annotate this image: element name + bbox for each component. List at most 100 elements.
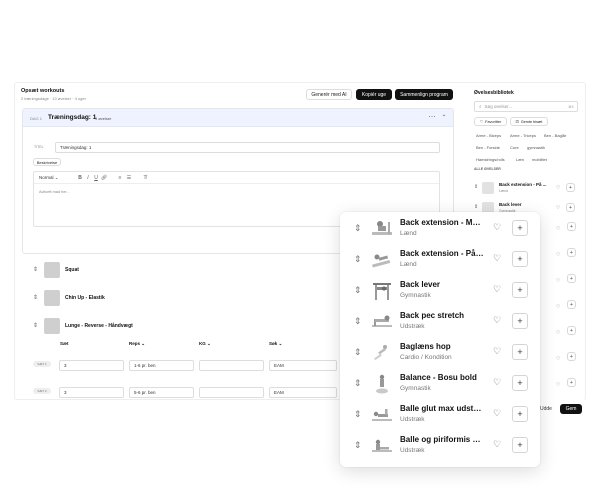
day-title-input[interactable]: Træningsdag: 1 [55, 142, 440, 153]
favorites-tab[interactable]: ♡ Favoritter [474, 117, 507, 126]
italic-icon[interactable]: I [85, 174, 91, 181]
extra-input[interactable]: EAM [269, 387, 337, 398]
filter-chip[interactable]: gymnastik [527, 145, 545, 150]
heart-icon[interactable]: ♡ [556, 205, 560, 211]
filter-chip[interactable]: Core [510, 145, 519, 150]
drag-handle-icon[interactable]: ⇕ [354, 347, 362, 358]
add-exercise-button[interactable]: + [512, 313, 528, 329]
sets-header-extra[interactable]: Søk ⌄ [269, 341, 282, 347]
clear-format-icon[interactable]: T̸ [142, 174, 148, 181]
kg-input[interactable] [199, 360, 264, 371]
heart-icon[interactable]: ♡ [556, 185, 560, 191]
popup-row[interactable]: ⇕ Baglæns hop Cardio / Kondition ♡ + [340, 338, 540, 369]
add-exercise-button[interactable]: + [512, 220, 528, 236]
popup-row[interactable]: ⇕ Back lever Gymnastik ♡ + [340, 276, 540, 307]
exercise-row[interactable]: ⇕ Lunge - Reverse - Håndvægt [30, 316, 340, 336]
drag-handle-icon[interactable]: ⇕ [474, 184, 478, 190]
description-tab[interactable]: Beskrivelse [33, 158, 61, 166]
add-exercise-button[interactable]: + [567, 274, 576, 283]
compare-program-button[interactable]: Sammenlign program [395, 89, 453, 100]
saved-sets-tab[interactable]: ⊡ Gemte bisæt [510, 117, 548, 126]
bold-icon[interactable]: B [77, 174, 83, 181]
add-exercise-button[interactable]: + [567, 352, 576, 361]
add-exercise-button[interactable]: + [512, 406, 528, 422]
extra-input[interactable]: EAM [269, 360, 337, 371]
heart-icon[interactable]: ♡ [493, 408, 501, 419]
text-style-select[interactable]: Normal ⌄ [39, 175, 59, 181]
heart-icon[interactable]: ♡ [493, 346, 501, 357]
heart-icon[interactable]: ♡ [493, 439, 501, 450]
add-exercise-button[interactable]: + [512, 375, 528, 391]
drag-handle-icon[interactable]: ⇕ [33, 322, 38, 329]
heart-icon[interactable]: ♡ [556, 226, 560, 232]
popup-row[interactable]: ⇕ Back pec stretch Udstræk ♡ + [340, 307, 540, 338]
exercise-row[interactable]: ⇕ Chin Up - Elastik [30, 288, 340, 308]
link-icon[interactable]: 🔗︎ [101, 174, 107, 181]
popup-row[interactable]: ⇕ Balle glut max udstrækning Udstræk ♡ + [340, 400, 540, 431]
underline-icon[interactable]: U [93, 174, 99, 181]
add-exercise-button[interactable]: + [512, 344, 528, 360]
heart-icon[interactable]: ♡ [556, 252, 560, 258]
heart-icon[interactable]: ♡ [493, 284, 501, 295]
exercise-row[interactable]: ⇕ Squat [30, 260, 340, 280]
add-exercise-button[interactable]: + [567, 222, 576, 231]
drag-handle-icon[interactable]: ⇕ [354, 254, 362, 265]
heart-icon[interactable]: ♡ [556, 356, 560, 362]
copy-week-button[interactable]: Kopiér uge [356, 89, 392, 100]
heart-icon[interactable]: ♡ [556, 382, 560, 388]
library-row[interactable]: ⇕ Back extension - På ... Lænd ♡ + [472, 180, 578, 198]
popup-row[interactable]: ⇕ Back extension - Maskine Lænd ♡ + [340, 214, 540, 245]
add-exercise-button[interactable]: + [567, 326, 576, 335]
sets-header-kg[interactable]: KG ⌄ [199, 341, 211, 347]
filter-chip[interactable]: Arme - Biceps [476, 133, 501, 138]
drag-handle-icon[interactable]: ⇕ [33, 266, 38, 273]
ordered-list-icon[interactable]: ≡ [117, 174, 123, 181]
drag-handle-icon[interactable]: ⇕ [354, 316, 362, 327]
heart-icon[interactable]: ♡ [493, 222, 501, 233]
filter-chip[interactable]: Ben - Baglår [544, 133, 566, 138]
heart-icon[interactable]: ♡ [556, 330, 560, 336]
filter-chip[interactable]: mobilitet [532, 157, 547, 162]
heart-icon[interactable]: ♡ [493, 377, 501, 388]
popup-row[interactable]: ⇕ Balance - Bosu bold Gymnastik ♡ + [340, 369, 540, 400]
kg-input[interactable] [199, 387, 264, 398]
chevron-up-icon[interactable]: ⌃ [440, 113, 448, 121]
generate-ai-button[interactable]: Generér med AI [306, 89, 352, 100]
drag-handle-icon[interactable]: ⇕ [354, 223, 362, 234]
drag-handle-icon[interactable]: ⇕ [33, 294, 38, 301]
add-exercise-button[interactable]: + [567, 378, 576, 387]
filter-chip[interactable]: Arme - Triceps [510, 133, 536, 138]
filter-chip[interactable]: Hamstrings/rolls [476, 157, 505, 162]
drag-handle-icon[interactable]: ⇕ [354, 285, 362, 296]
more-icon[interactable]: ⋯ [428, 113, 436, 121]
drag-handle-icon[interactable]: ⇕ [354, 409, 362, 420]
add-exercise-button[interactable]: + [567, 300, 576, 309]
heart-icon[interactable]: ♡ [556, 304, 560, 310]
library-save-button[interactable]: Gem [560, 404, 582, 414]
heart-icon[interactable]: ♡ [493, 253, 501, 264]
library-cancel-button[interactable]: Udde [540, 406, 552, 412]
exercise-thumbnail [372, 409, 392, 421]
add-exercise-button[interactable]: + [567, 248, 576, 257]
heart-icon[interactable]: ♡ [493, 315, 501, 326]
popup-row[interactable]: ⇕ Balle og piriformis stretch Udstræk ♡ … [340, 431, 540, 462]
set-input[interactable]: 3 [59, 387, 124, 398]
filter-chip[interactable]: Læn [516, 157, 524, 162]
bullet-list-icon[interactable]: ☰ [126, 174, 132, 181]
drag-handle-icon[interactable]: ⇕ [474, 204, 478, 210]
add-exercise-button[interactable]: + [512, 251, 528, 267]
heart-icon[interactable]: ♡ [556, 278, 560, 284]
add-exercise-button[interactable]: + [512, 437, 528, 453]
reps-input[interactable]: 1-6 pr. ben [129, 360, 194, 371]
set-input[interactable]: 3 [59, 360, 124, 371]
reps-input[interactable]: 5-6 pr. ben [129, 387, 194, 398]
drag-handle-icon[interactable]: ⇕ [354, 440, 362, 451]
sets-header-reps[interactable]: Reps ⌄ [129, 341, 145, 347]
popup-row[interactable]: ⇕ Back extension - På bænk Lænd ♡ + [340, 245, 540, 276]
add-exercise-button[interactable]: + [566, 203, 575, 212]
add-exercise-button[interactable]: + [512, 282, 528, 298]
drag-handle-icon[interactable]: ⇕ [354, 378, 362, 389]
library-search-input[interactable]: ⌕ Søg øvelser... ⌘K [474, 101, 578, 112]
filter-chip[interactable]: Ben - Forside [476, 145, 500, 150]
add-exercise-button[interactable]: + [566, 183, 575, 192]
